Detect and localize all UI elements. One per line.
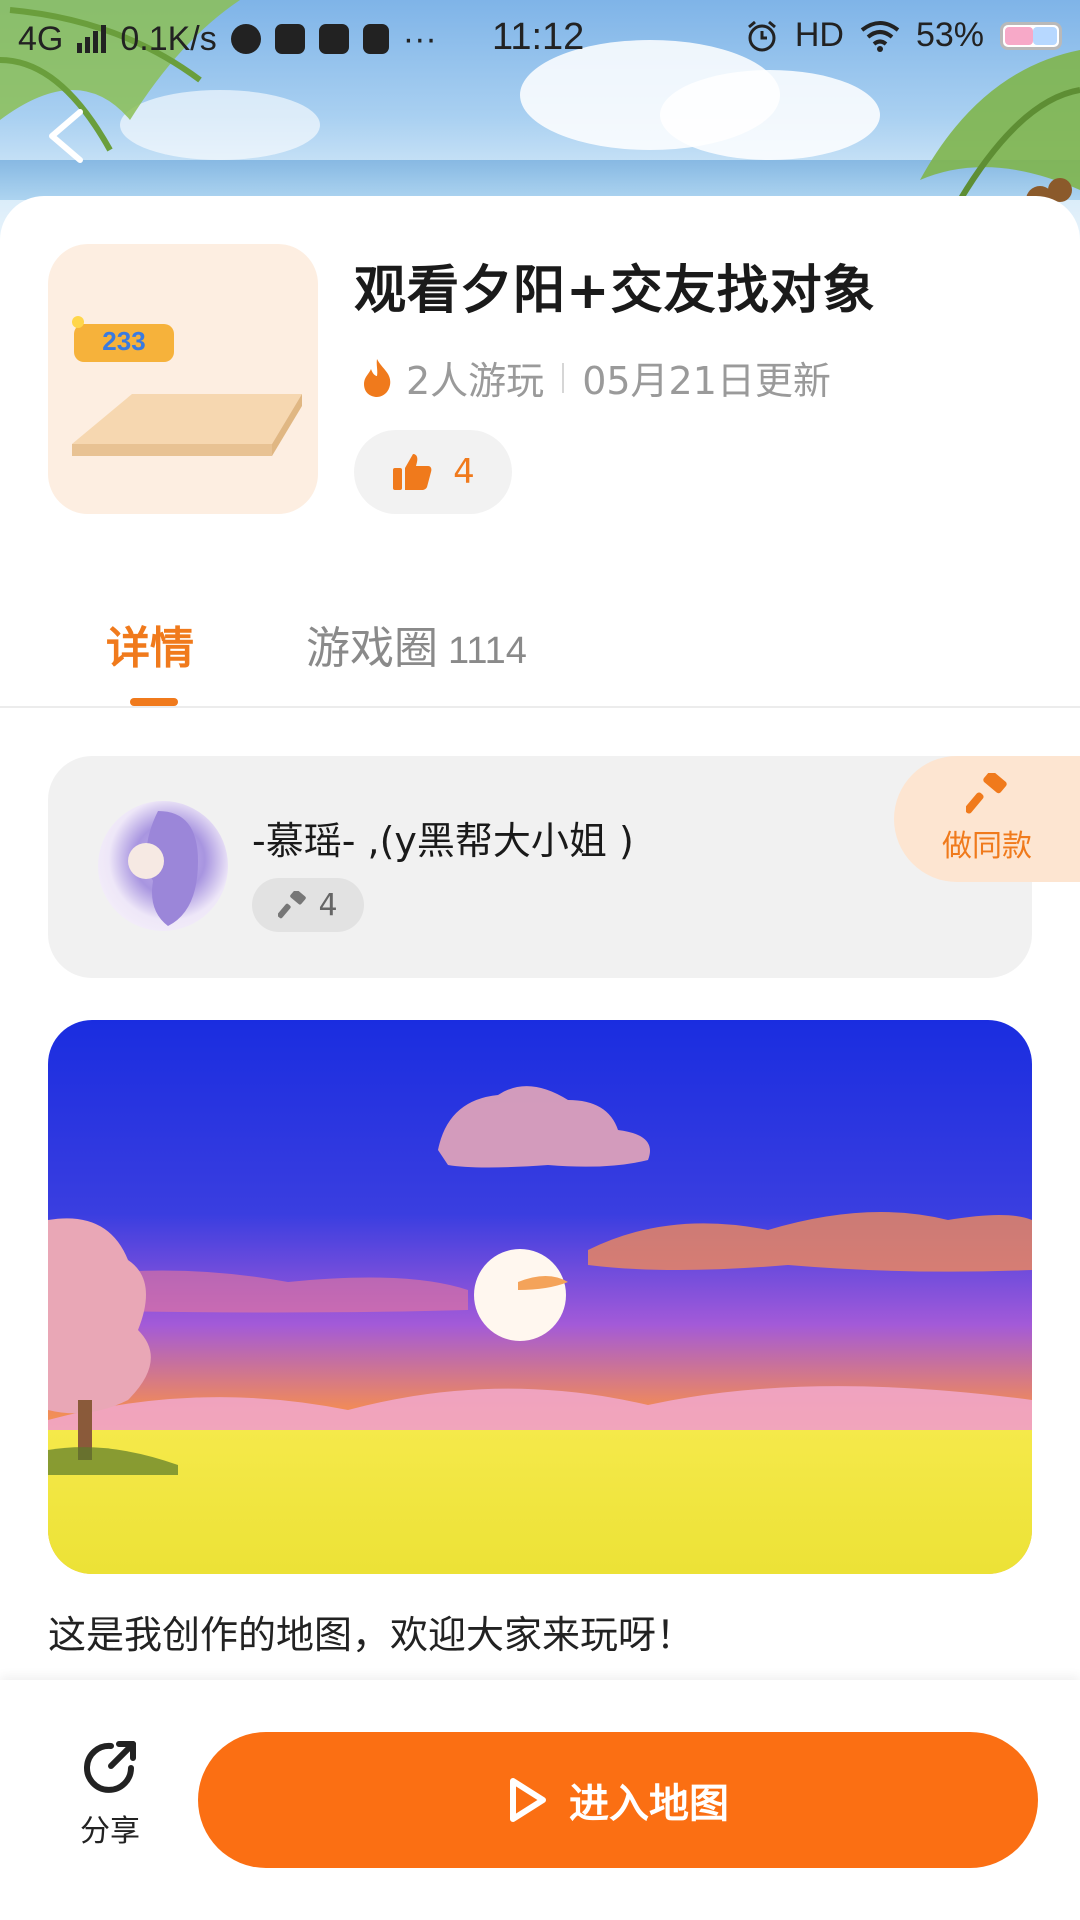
share-label: 分享	[80, 1814, 140, 1849]
clock: 11:12	[492, 16, 585, 58]
game-meta: 2人游玩 05月21日更新	[360, 350, 831, 405]
hammer-icon	[278, 891, 307, 919]
hd-indicator: HD	[794, 16, 844, 54]
signal-icon	[77, 25, 107, 53]
map-preview-image[interactable]	[48, 1020, 1032, 1574]
like-count: 4	[453, 452, 475, 492]
author-card[interactable]: -慕瑶- ,(y黑帮大小姐 ) 4	[48, 756, 1032, 978]
avatar[interactable]	[98, 801, 228, 931]
data-app-icon	[362, 24, 389, 54]
make-same-label: 做同款	[942, 829, 1032, 864]
alarm-icon	[747, 20, 776, 51]
status-bar: 4G 0.1K/s ··· 11:12 HD 53%	[0, 0, 1080, 78]
more-notifications-icon: ···	[402, 19, 437, 58]
author-name[interactable]: -慕瑶- ,(y黑帮大小姐 )	[252, 810, 634, 865]
fire-icon	[364, 358, 391, 397]
enter-map-label: 进入地图	[569, 1781, 729, 1827]
tab-game-circle-count: 1114	[448, 630, 527, 672]
tab-game-circle-label: 游戏圈	[306, 623, 438, 674]
update-date: 05月21日更新	[582, 359, 831, 403]
svg-text:233: 233	[102, 326, 145, 356]
game-thumbnail: 233	[48, 244, 318, 514]
game-title: 观看夕阳+交友找对象	[354, 261, 876, 321]
creations-badge: 4	[252, 878, 364, 932]
wifi-icon	[860, 20, 900, 52]
battery-percent: 53%	[915, 16, 984, 54]
back-arrow-icon[interactable]	[44, 108, 86, 164]
creations-count: 4	[318, 887, 338, 923]
play-icon	[510, 1778, 546, 1822]
enter-map-button[interactable]: 进入地图	[198, 1732, 1038, 1868]
hammer-icon	[966, 773, 1007, 814]
mail-app-icon	[318, 24, 349, 54]
tab-divider	[0, 706, 1080, 708]
thumbs-up-icon	[393, 454, 432, 490]
game-logo: 233	[72, 316, 174, 362]
cat-app-icon	[230, 24, 261, 54]
players-count: 2人游玩	[406, 359, 545, 403]
tab-game-circle[interactable]: 游戏圈 1114	[306, 612, 527, 676]
make-same-button[interactable]: 做同款	[894, 756, 1080, 882]
like-button[interactable]: 4	[354, 430, 512, 514]
battery-icon	[1000, 21, 1062, 50]
share-icon	[84, 1741, 136, 1793]
network-speed: 0.1K/s	[120, 19, 217, 58]
tab-indicator	[130, 698, 178, 706]
meta-divider	[562, 362, 565, 393]
share-button[interactable]: 分享	[60, 1738, 160, 1850]
plate-icon	[72, 394, 302, 456]
map-description: 这是我创作的地图，欢迎大家来玩呀！	[48, 1613, 695, 1657]
video-app-icon	[274, 24, 305, 54]
network-type: 4G	[18, 19, 64, 58]
tab-detail[interactable]: 详情	[106, 612, 194, 676]
